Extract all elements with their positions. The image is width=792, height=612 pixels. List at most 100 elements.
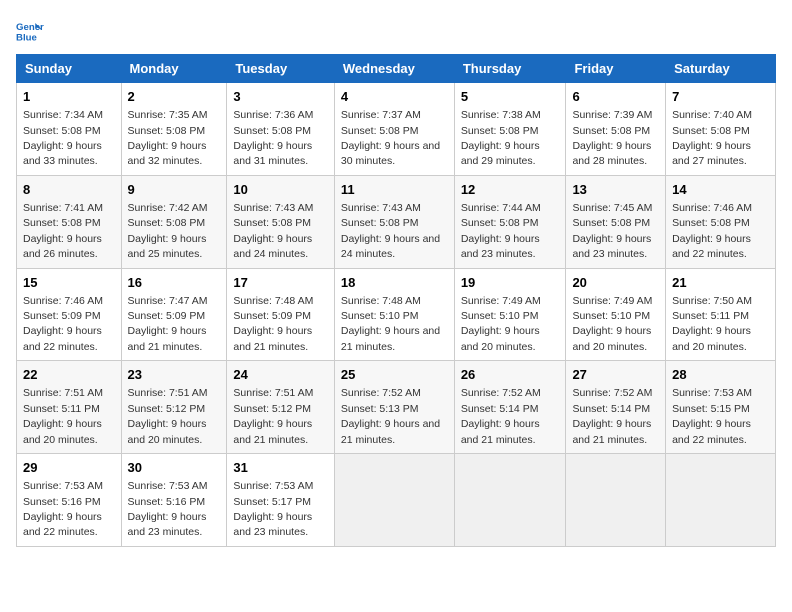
page-header: General Blue [16,16,776,44]
day-number: 10 [233,181,327,199]
day-number: 3 [233,88,327,106]
day-info: Sunrise: 7:49 AMSunset: 5:10 PMDaylight:… [461,295,541,353]
day-number: 20 [572,274,659,292]
day-number: 15 [23,274,115,292]
calendar-cell [454,454,566,547]
day-number: 9 [128,181,221,199]
day-number: 11 [341,181,448,199]
calendar-cell: 18 Sunrise: 7:48 AMSunset: 5:10 PMDayligh… [334,268,454,361]
day-number: 14 [672,181,769,199]
calendar-cell: 5 Sunrise: 7:38 AMSunset: 5:08 PMDaylight… [454,83,566,176]
calendar-header: SundayMondayTuesdayWednesdayThursdayFrid… [17,55,776,83]
day-info: Sunrise: 7:50 AMSunset: 5:11 PMDaylight:… [672,295,752,353]
day-info: Sunrise: 7:49 AMSunset: 5:10 PMDaylight:… [572,295,652,353]
calendar-cell: 25Sunrise: 7:52 AMSunset: 5:13 PMDayligh… [334,361,454,454]
day-number: 13 [572,181,659,199]
calendar-body: 1Sunrise: 7:34 AMSunset: 5:08 PMDaylight… [17,83,776,547]
calendar-cell: 15 Sunrise: 7:46 AMSunset: 5:09 PMDayligh… [17,268,122,361]
logo-icon: General Blue [16,16,44,44]
day-info: Sunrise: 7:52 AMSunset: 5:13 PMDaylight:… [341,387,440,445]
day-info: Sunrise: 7:48 AMSunset: 5:10 PMDaylight:… [341,295,440,353]
day-info: Sunrise: 7:52 AMSunset: 5:14 PMDaylight:… [461,387,541,445]
calendar-cell: 3 Sunrise: 7:36 AMSunset: 5:08 PMDaylight… [227,83,334,176]
calendar-cell: 19 Sunrise: 7:49 AMSunset: 5:10 PMDayligh… [454,268,566,361]
day-info: Sunrise: 7:41 AMSunset: 5:08 PMDaylight:… [23,202,103,260]
day-number: 19 [461,274,560,292]
header-cell-monday: Monday [121,55,227,83]
day-number: 7 [672,88,769,106]
calendar-cell: 17 Sunrise: 7:48 AMSunset: 5:09 PMDayligh… [227,268,334,361]
day-info: Sunrise: 7:42 AMSunset: 5:08 PMDaylight:… [128,202,208,260]
day-info: Sunrise: 7:43 AMSunset: 5:08 PMDaylight:… [233,202,313,260]
day-number: 8 [23,181,115,199]
calendar-cell: 10 Sunrise: 7:43 AMSunset: 5:08 PMDayligh… [227,175,334,268]
day-number: 18 [341,274,448,292]
day-number: 2 [128,88,221,106]
calendar-cell: 11 Sunrise: 7:43 AMSunset: 5:08 PMDayligh… [334,175,454,268]
day-info: Sunrise: 7:35 AMSunset: 5:08 PMDaylight:… [128,109,208,167]
calendar-table: SundayMondayTuesdayWednesdayThursdayFrid… [16,54,776,547]
day-info: Sunrise: 7:38 AMSunset: 5:08 PMDaylight:… [461,109,541,167]
day-number: 30 [128,459,221,477]
day-info: Sunrise: 7:51 AMSunset: 5:12 PMDaylight:… [233,387,313,445]
day-info: Sunrise: 7:36 AMSunset: 5:08 PMDaylight:… [233,109,313,167]
calendar-cell: 26 Sunrise: 7:52 AMSunset: 5:14 PMDayligh… [454,361,566,454]
calendar-week-3: 15 Sunrise: 7:46 AMSunset: 5:09 PMDayligh… [17,268,776,361]
calendar-cell: 7 Sunrise: 7:40 AMSunset: 5:08 PMDaylight… [666,83,776,176]
day-info: Sunrise: 7:53 AMSunset: 5:16 PMDaylight:… [128,480,208,538]
day-number: 27 [572,366,659,384]
calendar-week-2: 8 Sunrise: 7:41 AMSunset: 5:08 PMDaylight… [17,175,776,268]
svg-text:Blue: Blue [16,33,37,44]
day-info: Sunrise: 7:44 AMSunset: 5:08 PMDaylight:… [461,202,541,260]
calendar-cell: 23 Sunrise: 7:51 AMSunset: 5:12 PMDayligh… [121,361,227,454]
calendar-cell: 29 Sunrise: 7:53 AMSunset: 5:16 PMDayligh… [17,454,122,547]
day-info: Sunrise: 7:53 AMSunset: 5:16 PMDaylight:… [23,480,103,538]
calendar-cell: 6Sunrise: 7:39 AMSunset: 5:08 PMDaylight… [566,83,666,176]
header-cell-thursday: Thursday [454,55,566,83]
calendar-week-5: 29 Sunrise: 7:53 AMSunset: 5:16 PMDayligh… [17,454,776,547]
calendar-cell: 30 Sunrise: 7:53 AMSunset: 5:16 PMDayligh… [121,454,227,547]
day-info: Sunrise: 7:51 AMSunset: 5:11 PMDaylight:… [23,387,103,445]
day-info: Sunrise: 7:46 AMSunset: 5:09 PMDaylight:… [23,295,103,353]
day-number: 28 [672,366,769,384]
calendar-cell: 31Sunrise: 7:53 AMSunset: 5:17 PMDayligh… [227,454,334,547]
calendar-cell: 21Sunrise: 7:50 AMSunset: 5:11 PMDayligh… [666,268,776,361]
day-info: Sunrise: 7:47 AMSunset: 5:09 PMDaylight:… [128,295,208,353]
calendar-cell: 13 Sunrise: 7:45 AMSunset: 5:08 PMDayligh… [566,175,666,268]
day-info: Sunrise: 7:52 AMSunset: 5:14 PMDaylight:… [572,387,652,445]
calendar-cell: 16Sunrise: 7:47 AMSunset: 5:09 PMDayligh… [121,268,227,361]
day-number: 4 [341,88,448,106]
calendar-cell [566,454,666,547]
calendar-cell: 28Sunrise: 7:53 AMSunset: 5:15 PMDayligh… [666,361,776,454]
day-number: 26 [461,366,560,384]
calendar-week-4: 22Sunrise: 7:51 AMSunset: 5:11 PMDayligh… [17,361,776,454]
day-info: Sunrise: 7:48 AMSunset: 5:09 PMDaylight:… [233,295,313,353]
day-info: Sunrise: 7:40 AMSunset: 5:08 PMDaylight:… [672,109,752,167]
day-number: 29 [23,459,115,477]
header-cell-wednesday: Wednesday [334,55,454,83]
day-number: 6 [572,88,659,106]
day-number: 23 [128,366,221,384]
day-number: 5 [461,88,560,106]
day-number: 24 [233,366,327,384]
header-cell-friday: Friday [566,55,666,83]
header-cell-tuesday: Tuesday [227,55,334,83]
header-row: SundayMondayTuesdayWednesdayThursdayFrid… [17,55,776,83]
day-info: Sunrise: 7:51 AMSunset: 5:12 PMDaylight:… [128,387,208,445]
day-info: Sunrise: 7:37 AMSunset: 5:08 PMDaylight:… [341,109,440,167]
day-info: Sunrise: 7:43 AMSunset: 5:08 PMDaylight:… [341,202,440,260]
calendar-cell [334,454,454,547]
calendar-cell: 14 Sunrise: 7:46 AMSunset: 5:08 PMDayligh… [666,175,776,268]
day-info: Sunrise: 7:46 AMSunset: 5:08 PMDaylight:… [672,202,752,260]
day-number: 1 [23,88,115,106]
svg-text:General: General [16,22,44,33]
calendar-cell: 4 Sunrise: 7:37 AMSunset: 5:08 PMDaylight… [334,83,454,176]
calendar-cell: 22Sunrise: 7:51 AMSunset: 5:11 PMDayligh… [17,361,122,454]
calendar-cell: 24 Sunrise: 7:51 AMSunset: 5:12 PMDayligh… [227,361,334,454]
header-cell-saturday: Saturday [666,55,776,83]
day-number: 17 [233,274,327,292]
calendar-cell [666,454,776,547]
day-info: Sunrise: 7:45 AMSunset: 5:08 PMDaylight:… [572,202,652,260]
calendar-cell: 12Sunrise: 7:44 AMSunset: 5:08 PMDayligh… [454,175,566,268]
logo: General Blue [16,16,48,44]
